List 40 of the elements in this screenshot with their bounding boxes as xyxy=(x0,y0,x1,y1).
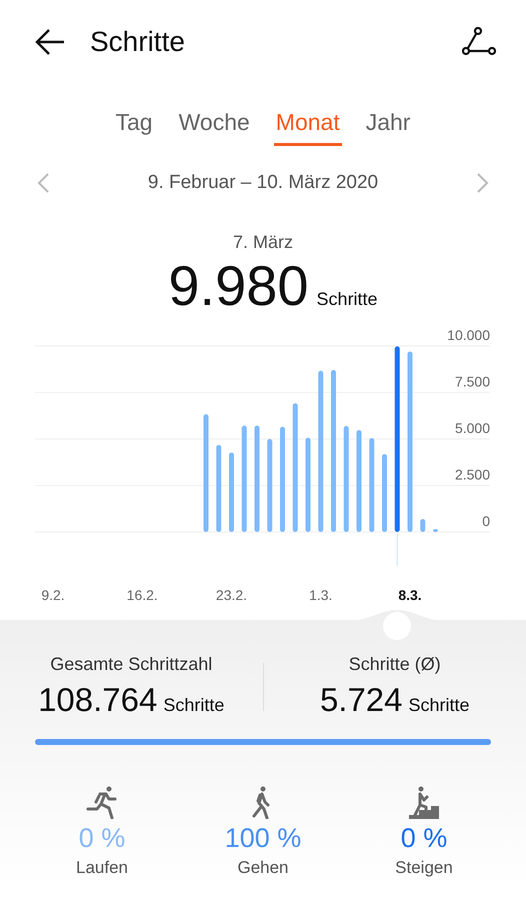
selected-x-label: 8.3. xyxy=(398,587,422,603)
x-axis-label: 1.3. xyxy=(309,587,332,603)
previous-icon[interactable] xyxy=(36,172,50,194)
y-axis-label: 2.500 xyxy=(454,466,490,482)
step-unit: Schritte xyxy=(316,289,378,310)
stair-climbing-icon xyxy=(409,785,439,819)
activity-percent: 0 % xyxy=(78,823,126,854)
stat-label: Schritte (Ø) xyxy=(348,654,441,675)
activity-percent: 100 % xyxy=(224,823,302,854)
share-icon[interactable] xyxy=(462,27,496,57)
next-icon[interactable] xyxy=(476,172,490,194)
stat-value: 5.724 xyxy=(320,681,403,719)
x-axis-label: 9.2. xyxy=(41,587,65,603)
activity-label: Laufen xyxy=(76,858,128,878)
y-axis-label: 7.500 xyxy=(454,374,490,390)
date-range: 9. Februar – 10. März 2020 xyxy=(148,172,378,194)
period-tab[interactable]: Woche xyxy=(176,102,252,146)
activity-percent: 0 % xyxy=(400,823,448,854)
chart-bar xyxy=(420,518,426,532)
stat-unit: Schritte xyxy=(408,695,470,716)
page-title: Schritte xyxy=(90,26,186,58)
x-axis-label: 23.2. xyxy=(216,587,248,603)
y-axis-label: 10.000 xyxy=(447,330,490,343)
stat-label: Gesamte Schrittzahl xyxy=(50,654,212,675)
running-person-icon xyxy=(85,785,119,819)
y-axis-label: 0 xyxy=(482,513,490,529)
period-tab[interactable]: Jahr xyxy=(364,102,412,146)
activity-label: Steigen xyxy=(395,858,453,878)
activity-label: Gehen xyxy=(237,858,289,878)
selection-line xyxy=(396,534,398,566)
x-axis-label: 16.2. xyxy=(126,587,158,603)
step-count: 9.980 xyxy=(168,253,309,318)
y-axis-label: 5.000 xyxy=(454,420,490,436)
period-tab[interactable]: Monat xyxy=(274,102,342,146)
selected-date: 7. März xyxy=(232,232,293,253)
period-tab[interactable]: Tag xyxy=(114,102,155,146)
chart-bar xyxy=(433,529,438,532)
stat-value: 108.764 xyxy=(38,681,158,719)
back-button[interactable] xyxy=(34,27,66,57)
stat-unit: Schritte xyxy=(163,695,224,716)
